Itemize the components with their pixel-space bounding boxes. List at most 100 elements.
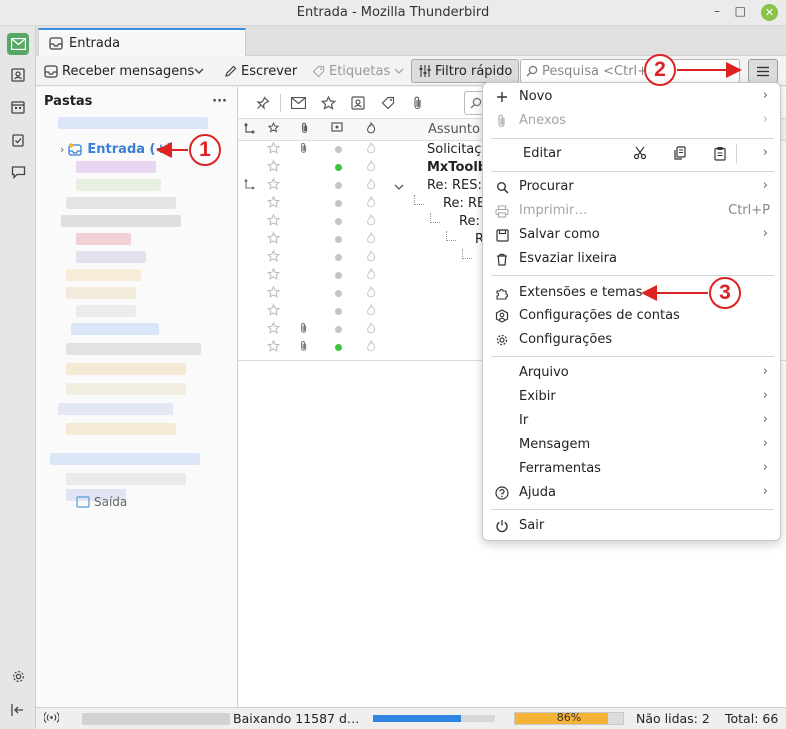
quick-filter-label: Filtro rápido	[435, 63, 513, 79]
menu-tools[interactable]: Ferramentas ›	[483, 457, 782, 481]
tab-bar: Entrada	[36, 26, 786, 57]
folder-sent[interactable]: Saída	[76, 495, 127, 509]
attachment-filter-button[interactable]	[403, 96, 433, 110]
flame-icon[interactable]	[366, 267, 376, 284]
menu-print[interactable]: Imprimir… Ctrl+P	[483, 199, 782, 223]
address-book-space-button[interactable]	[7, 64, 29, 86]
chevron-down-icon[interactable]	[394, 180, 404, 195]
read-status-dot[interactable]	[335, 200, 342, 207]
flame-icon[interactable]	[366, 159, 376, 176]
star-icon[interactable]	[266, 303, 281, 320]
menu-quit-label: Sair	[519, 518, 545, 533]
menu-settings[interactable]: Configurações	[483, 328, 782, 352]
minimize-button[interactable]: –	[714, 4, 720, 18]
read-status-dot[interactable]	[335, 308, 342, 315]
app-menu-popup: Novo › Anexos › Editar › Procurar › Impr…	[482, 82, 781, 541]
star-icon[interactable]	[266, 195, 281, 212]
cut-icon[interactable]	[633, 146, 647, 164]
unread-filter-button[interactable]	[283, 96, 313, 109]
star-icon[interactable]	[266, 321, 281, 338]
close-window-button[interactable]: ✕	[761, 4, 778, 21]
sticky-filter-button[interactable]	[248, 95, 278, 110]
menu-account-settings[interactable]: Configurações de contas	[483, 304, 782, 328]
contact-filter-button[interactable]	[343, 95, 373, 110]
read-column-icon[interactable]	[331, 122, 343, 136]
menu-empty-trash[interactable]: Esvaziar lixeira	[483, 247, 782, 271]
star-icon[interactable]	[266, 285, 281, 302]
menu-new[interactable]: Novo ›	[483, 85, 782, 109]
tags-button[interactable]: Etiquetas	[312, 59, 404, 83]
starred-filter-button[interactable]	[313, 95, 343, 110]
tags-filter-button[interactable]	[373, 96, 403, 110]
flame-icon[interactable]	[366, 249, 376, 266]
flame-icon[interactable]	[366, 339, 376, 356]
edit-submenu-arrow[interactable]: ›	[763, 145, 768, 160]
read-status-dot[interactable]	[335, 272, 342, 279]
mail-space-button[interactable]	[7, 33, 29, 55]
app-menu-button[interactable]	[748, 59, 778, 83]
chat-space-button[interactable]	[7, 161, 29, 183]
menu-file[interactable]: Arquivo ›	[483, 361, 782, 385]
star-column-icon[interactable]	[267, 121, 280, 136]
read-status-dot[interactable]	[335, 182, 342, 189]
junk-column-icon[interactable]	[366, 121, 376, 137]
menu-quit[interactable]: Sair	[483, 514, 782, 538]
read-status-dot[interactable]	[335, 236, 342, 243]
menu-help[interactable]: Ajuda ›	[483, 481, 782, 505]
paste-icon[interactable]	[713, 146, 727, 165]
get-messages-button[interactable]: Receber mensagens	[44, 59, 194, 83]
read-status-dot[interactable]	[335, 146, 342, 153]
menu-view-label: Exibir	[519, 389, 556, 404]
menu-attachments[interactable]: Anexos ›	[483, 109, 782, 133]
account-settings-icon	[494, 308, 510, 324]
star-icon[interactable]	[266, 141, 281, 158]
settings-space-button[interactable]	[7, 665, 29, 687]
menu-go[interactable]: Ir ›	[483, 409, 782, 433]
flame-icon[interactable]	[366, 177, 376, 194]
subject-column-header[interactable]: Assunto	[428, 122, 480, 137]
star-icon[interactable]	[266, 213, 281, 230]
flame-icon[interactable]	[366, 231, 376, 248]
search-icon	[526, 65, 538, 77]
flame-icon[interactable]	[366, 195, 376, 212]
copy-icon[interactable]	[673, 146, 687, 164]
read-status-dot[interactable]	[335, 326, 342, 333]
folder-inbox[interactable]: › Entrada (+)	[60, 142, 172, 157]
star-icon[interactable]	[266, 159, 281, 176]
star-icon[interactable]	[266, 249, 281, 266]
menu-find[interactable]: Procurar ›	[483, 175, 782, 199]
read-status-dot[interactable]	[335, 218, 342, 225]
tab-inbox[interactable]: Entrada	[38, 28, 246, 57]
flame-icon[interactable]	[366, 141, 376, 158]
attachment-column-icon[interactable]	[301, 122, 309, 137]
menu-message[interactable]: Mensagem ›	[483, 433, 782, 457]
message-progress-label: 86%	[556, 711, 582, 724]
expand-arrow-icon[interactable]: ›	[60, 143, 64, 156]
flame-icon[interactable]	[366, 213, 376, 230]
flame-icon[interactable]	[366, 285, 376, 302]
folder-pane-more-button[interactable]: ···	[212, 94, 227, 109]
quick-filter-button[interactable]: Filtro rápido	[411, 59, 520, 83]
read-status-dot[interactable]	[335, 164, 342, 171]
read-status-dot[interactable]	[335, 344, 342, 351]
collapse-spaces-button[interactable]	[7, 699, 29, 721]
calendar-space-button[interactable]	[7, 96, 29, 118]
read-status-dot[interactable]	[335, 254, 342, 261]
menu-save-as[interactable]: Salvar como ›	[483, 223, 782, 247]
maximize-button[interactable]: □	[735, 4, 746, 18]
star-icon[interactable]	[266, 339, 281, 356]
search-input[interactable]: Pesquisa <Ctrl+K>	[520, 59, 740, 83]
flame-icon[interactable]	[366, 321, 376, 338]
star-icon[interactable]	[266, 231, 281, 248]
menu-view[interactable]: Exibir ›	[483, 385, 782, 409]
star-icon[interactable]	[266, 177, 281, 194]
get-messages-dropdown[interactable]	[194, 59, 204, 83]
read-status-dot[interactable]	[335, 290, 342, 297]
tasks-space-button[interactable]	[7, 129, 29, 151]
flame-icon[interactable]	[366, 303, 376, 320]
search-icon	[470, 97, 482, 109]
thread-column-icon[interactable]	[244, 122, 255, 137]
printer-icon	[494, 203, 510, 219]
write-button[interactable]: Escrever	[224, 59, 297, 83]
star-icon[interactable]	[266, 267, 281, 284]
